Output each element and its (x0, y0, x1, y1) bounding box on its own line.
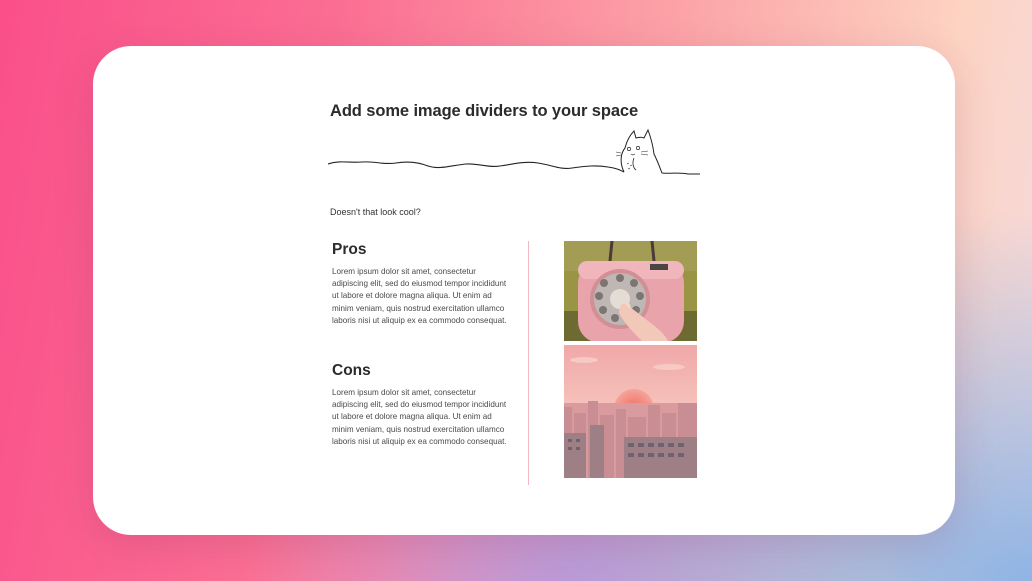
cons-section: Cons Lorem ipsum dolor sit amet, consect… (332, 362, 507, 448)
cons-text: Lorem ipsum dolor sit amet, consectetur … (332, 388, 507, 446)
cons-heading: Cons (332, 362, 371, 379)
caption-text: Doesn't that look cool? (330, 207, 421, 217)
totoro-line-divider-icon (328, 128, 700, 175)
pros-heading: Pros (332, 241, 367, 258)
column-divider (528, 241, 529, 485)
pink-city-sunset-image (564, 345, 697, 478)
pros-section: Pros Lorem ipsum dolor sit amet, consect… (332, 241, 507, 327)
page-title: Add some image dividers to your space (330, 102, 639, 120)
pros-text: Lorem ipsum dolor sit amet, consectetur … (332, 267, 507, 325)
rotary-phone-image (564, 241, 697, 341)
